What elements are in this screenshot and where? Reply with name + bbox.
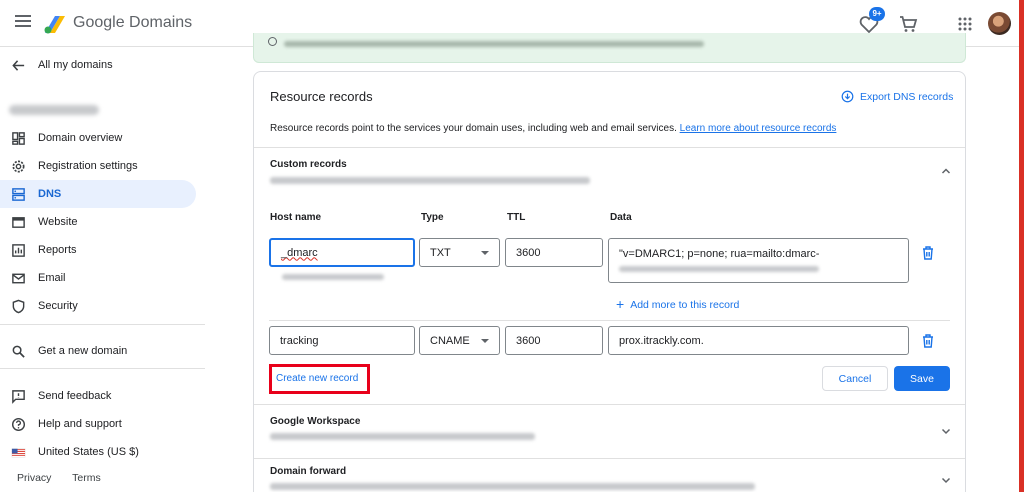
sidebar-item-label: Help and support xyxy=(38,418,122,430)
status-icon xyxy=(268,37,277,46)
column-header-type: Type xyxy=(421,212,444,223)
help-icon xyxy=(11,417,26,432)
divider xyxy=(254,147,965,148)
sidebar-footer: Privacy Terms xyxy=(17,472,119,484)
sidebar-divider xyxy=(0,324,205,325)
host-name-input[interactable]: tracking xyxy=(269,326,415,355)
data-input[interactable]: prox.itrackly.com. xyxy=(608,326,909,355)
dropdown-caret-icon xyxy=(481,250,489,255)
save-button[interactable]: Save xyxy=(894,366,950,391)
domain-forward-title: Domain forward xyxy=(270,466,347,477)
sidebar-item-all-domains[interactable]: All my domains xyxy=(0,51,196,79)
avatar[interactable] xyxy=(988,12,1011,35)
sidebar-item-dns[interactable]: DNS xyxy=(0,180,196,208)
sidebar-item-security[interactable]: Security xyxy=(0,292,196,320)
record-type-select[interactable]: TXT xyxy=(419,238,500,267)
sidebar-item-label: Website xyxy=(38,216,78,228)
learn-more-link[interactable]: Learn more about resource records xyxy=(680,123,837,134)
chevron-down-icon[interactable] xyxy=(940,425,952,437)
sidebar-item-get-new-domain[interactable]: Get a new domain xyxy=(0,337,196,365)
card-description: Resource records point to the services y… xyxy=(270,123,837,134)
column-header-ttl: TTL xyxy=(507,212,526,223)
gear-icon xyxy=(12,160,25,173)
sidebar-item-help[interactable]: Help and support xyxy=(0,410,196,438)
workspace-summary-blurred xyxy=(270,433,535,440)
custom-records-summary-blurred xyxy=(270,177,590,184)
status-banner xyxy=(253,33,966,63)
sidebar-item-domain-overview[interactable]: Domain overview xyxy=(0,124,196,152)
resource-records-card: Resource records Export DNS records Reso… xyxy=(253,71,966,492)
chevron-up-icon[interactable] xyxy=(940,165,952,177)
delete-record-icon[interactable] xyxy=(921,333,935,349)
arrow-back-icon xyxy=(12,60,25,71)
custom-records-title: Custom records xyxy=(270,159,347,170)
divider xyxy=(254,458,965,459)
privacy-link[interactable]: Privacy xyxy=(17,472,51,484)
export-label: Export DNS records xyxy=(860,90,954,103)
search-icon xyxy=(12,345,25,358)
sidebar-item-reports[interactable]: Reports xyxy=(0,236,196,264)
cancel-button[interactable]: Cancel xyxy=(822,366,888,391)
export-dns-records-button[interactable]: Export DNS records xyxy=(841,90,953,103)
shield-icon xyxy=(12,299,25,314)
ttl-input[interactable]: 3600 xyxy=(505,326,603,355)
host-name-input[interactable]: _dmarc xyxy=(269,238,415,267)
notification-badge: 9+ xyxy=(869,7,885,21)
sidebar: All my domains Domain overview Registrat… xyxy=(0,47,205,492)
plus-icon: + xyxy=(616,296,625,312)
create-new-record-button[interactable]: Create new record xyxy=(269,364,370,394)
sidebar-item-label: United States (US $) xyxy=(38,446,139,458)
sidebar-item-registration-settings[interactable]: Registration settings xyxy=(0,152,196,180)
hamburger-menu-icon[interactable] xyxy=(15,15,31,29)
delete-record-icon[interactable] xyxy=(921,245,935,261)
feedback-icon xyxy=(12,390,25,404)
sidebar-item-label: Registration settings xyxy=(38,160,138,172)
google-workspace-title: Google Workspace xyxy=(270,416,361,427)
sidebar-item-label: Security xyxy=(38,300,78,312)
us-flag-icon xyxy=(11,448,26,458)
column-header-data: Data xyxy=(610,212,632,223)
sidebar-item-website[interactable]: Website xyxy=(0,208,196,236)
sidebar-item-label: Reports xyxy=(38,244,77,256)
sidebar-divider xyxy=(0,368,205,369)
divider xyxy=(269,320,950,321)
host-helper-blurred xyxy=(282,274,384,280)
add-more-to-record-button[interactable]: + Add more to this record xyxy=(616,296,739,312)
sidebar-item-send-feedback[interactable]: Send feedback xyxy=(0,382,196,410)
sidebar-item-label: Email xyxy=(38,272,66,284)
sidebar-item-label: Send feedback xyxy=(38,390,112,402)
domain-name-blurred xyxy=(9,105,99,115)
google-domains-logo-icon xyxy=(44,16,65,34)
record-type-select[interactable]: CNAME xyxy=(419,326,500,355)
dns-icon xyxy=(12,188,25,201)
sidebar-item-label: All my domains xyxy=(38,59,113,71)
email-icon xyxy=(12,273,25,284)
product-title[interactable]: Google Domains xyxy=(73,14,192,32)
column-header-host: Host name xyxy=(270,212,322,223)
sidebar-item-label: Get a new domain xyxy=(38,345,128,357)
website-icon xyxy=(12,217,25,228)
reports-icon xyxy=(12,244,25,257)
card-title: Resource records xyxy=(270,89,373,104)
terms-link[interactable]: Terms xyxy=(72,472,101,484)
divider xyxy=(254,404,965,405)
banner-text-blurred xyxy=(284,41,704,47)
sidebar-item-email[interactable]: Email xyxy=(0,264,196,292)
sidebar-item-region[interactable]: United States (US $) xyxy=(0,438,196,466)
data-textarea[interactable]: "v=DMARC1; p=none; rua=mailto:dmarc- xyxy=(608,238,909,283)
chevron-down-icon[interactable] xyxy=(940,474,952,486)
window-edge xyxy=(1019,0,1024,492)
sidebar-item-label: Domain overview xyxy=(38,132,123,144)
download-icon xyxy=(841,90,854,103)
sidebar-item-label: DNS xyxy=(38,188,62,200)
dropdown-caret-icon xyxy=(481,338,489,343)
domain-forward-summary-blurred xyxy=(270,483,755,490)
ttl-input[interactable]: 3600 xyxy=(505,238,603,267)
dashboard-icon xyxy=(12,132,25,145)
